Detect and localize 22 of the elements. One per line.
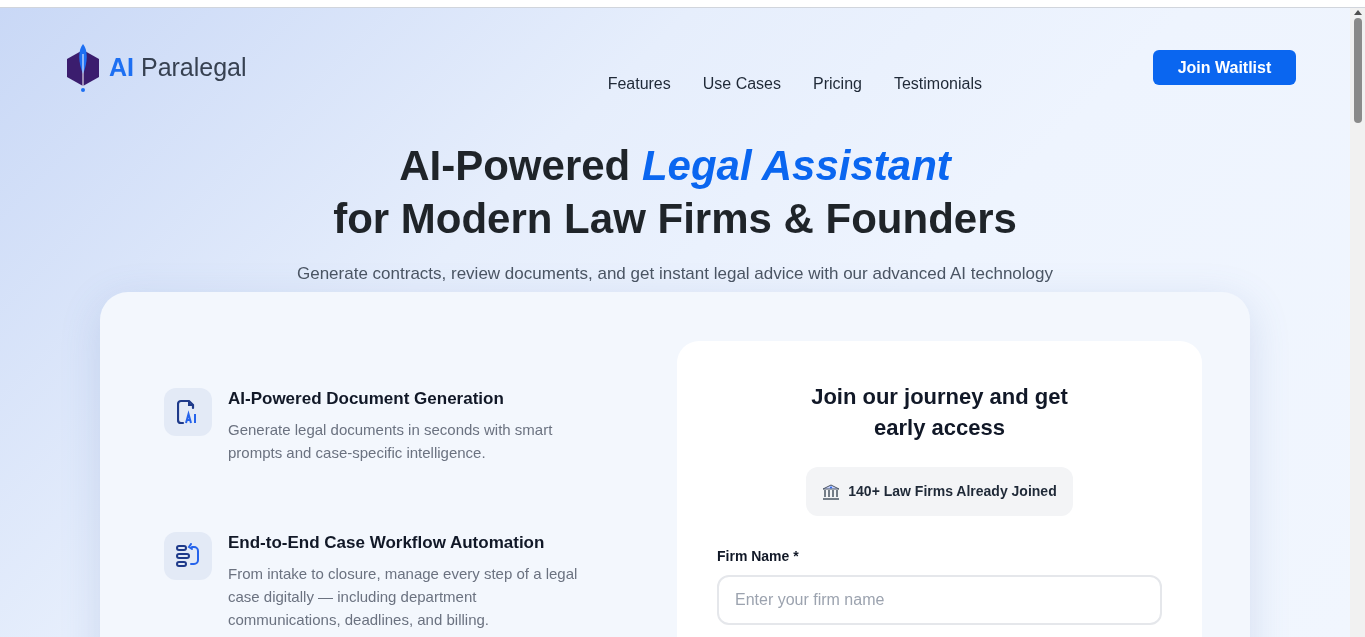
feature-title: AI-Powered Document Generation <box>228 388 505 410</box>
nav-link[interactable]: Testimonials <box>893 72 982 96</box>
join-waitlist-button[interactable]: Join Waitlist <box>1153 50 1296 85</box>
firm-name-input[interactable]: Enter your firm name <box>717 575 1162 625</box>
feature-description: Generate legal documents in seconds with smart prompts and case-specific intelligence. <box>228 420 554 463</box>
feature-title: End-to-End Case Workflow Automation <box>228 532 546 554</box>
hero-title: AI-Powered Legal Assistant for Modern Law Firms & Founders <box>333 141 1017 244</box>
badge-text: 140+ Law Firms Already Joined <box>848 482 1057 501</box>
nav-link[interactable]: Features <box>607 72 671 96</box>
field-label: Firm Name * <box>717 547 800 566</box>
workflow-icon <box>175 543 201 569</box>
bank-icon <box>822 482 841 501</box>
signup-title: Join our journey and get early access <box>810 383 1069 442</box>
logo-text: AI Paralegal <box>109 52 247 84</box>
nav-link[interactable]: Use Cases <box>702 72 781 96</box>
hero-subtitle: Generate contracts, review documents, and get instant legal advice with our advanced AI technology <box>297 263 1053 285</box>
scrollbar[interactable] <box>1350 8 1365 637</box>
quill-hexagon-icon <box>65 42 101 94</box>
document-ai-icon <box>177 399 199 425</box>
logo[interactable]: AI Paralegal <box>65 42 247 94</box>
nav-link[interactable]: Pricing <box>813 72 862 96</box>
feature-description: From intake to closure, manage every step of a legal case digitally — including department communications, deadlines, and billing. <box>228 564 579 630</box>
